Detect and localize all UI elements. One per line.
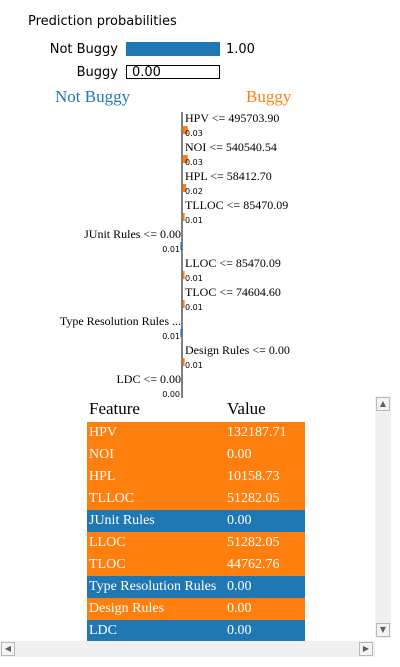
feature-condition-label: NOI <= 540540.54 xyxy=(185,140,277,154)
table-cell-value: 0.00 xyxy=(227,601,252,616)
table-cell-feature: Design Rules xyxy=(89,601,165,616)
table-cell-value: 51282.05 xyxy=(227,535,280,550)
table-cell-feature: LLOC xyxy=(89,535,126,550)
vertical-scrollbar[interactable]: ▲ ▼ xyxy=(375,396,391,638)
horizontal-scrollbar[interactable]: ◀ ▶ xyxy=(0,641,375,657)
table-row: LDC 0.00 xyxy=(87,620,305,642)
feature-weight-label: 0.01 xyxy=(185,361,203,370)
table-row: HPL 10158.73 xyxy=(87,466,305,488)
feature-table: Feature Value HPV 132187.71 NOI 0.00 HPL 1015… xyxy=(87,396,305,642)
arrow-left-icon[interactable]: ◀ xyxy=(1,642,15,656)
feature-condition-label: LLOC <= 85470.09 xyxy=(185,256,281,270)
prob-label-not-buggy: Not Buggy xyxy=(49,42,118,57)
arrow-right-icon[interactable]: ▶ xyxy=(359,642,373,656)
table-cell-feature: HPL xyxy=(89,469,116,484)
feature-condition-label: Design Rules <= 0.00 xyxy=(185,343,290,357)
feature-weight-label: 0.02 xyxy=(185,187,203,196)
table-cell-value: 0.00 xyxy=(227,513,252,528)
table-row: NOI 0.00 xyxy=(87,444,305,466)
arrow-down-icon[interactable]: ▼ xyxy=(376,623,390,637)
table-row: HPV 132187.71 xyxy=(87,422,305,444)
prob-label-buggy: Buggy xyxy=(76,65,118,80)
table-row: Design Rules 0.00 xyxy=(87,598,305,620)
feature-weight-label: 0.01 xyxy=(185,274,203,283)
feature-bar xyxy=(180,329,182,337)
prob-bar-fill-not-buggy xyxy=(126,42,220,56)
feature-weight-label: 0.01 xyxy=(162,245,180,254)
feature-weight-label: 0.03 xyxy=(185,158,203,167)
table-cell-feature: LDC xyxy=(89,623,117,638)
feature-condition-label: Type Resolution Rules ... xyxy=(60,314,181,328)
feature-bar xyxy=(180,242,182,250)
feature-condition-label: TLLOC <= 85470.09 xyxy=(185,198,288,212)
table-cell-feature: JUnit Rules xyxy=(89,513,155,528)
table-cell-value: 132187.71 xyxy=(227,425,287,440)
table-cell-feature: NOI xyxy=(89,447,114,462)
feature-weight-label: 0.01 xyxy=(185,216,203,225)
table-cell-feature: TLLOC xyxy=(89,491,135,506)
table-cell-value: 51282.05 xyxy=(227,491,280,506)
table-row: TLLOC 51282.05 xyxy=(87,488,305,510)
table-cell-value: 0.00 xyxy=(227,447,252,462)
table-cell-value: 0.00 xyxy=(227,623,252,638)
prob-value-buggy: 0.00 xyxy=(132,65,161,80)
table-row: JUnit Rules 0.00 xyxy=(87,510,305,532)
table-cell-value: 0.00 xyxy=(227,579,252,594)
feature-condition-label: JUnit Rules <= 0.00 xyxy=(84,227,181,241)
feature-table-panel[interactable]: Feature Value HPV 132187.71 NOI 0.00 HPL 1015… xyxy=(87,396,375,646)
prob-bar-not-buggy xyxy=(126,42,220,56)
prediction-title: Prediction probabilities xyxy=(28,14,177,29)
class-label-not-buggy: Not Buggy xyxy=(55,87,131,106)
table-cell-value: 10158.73 xyxy=(227,469,280,484)
prob-value-not-buggy: 1.00 xyxy=(226,42,255,57)
feature-weight-label: 0.03 xyxy=(185,129,203,138)
table-row: LLOC 51282.05 xyxy=(87,532,305,554)
prob-bar-buggy: 0.00 xyxy=(126,65,220,80)
arrow-up-icon[interactable]: ▲ xyxy=(376,397,390,411)
table-cell-feature: TLOC xyxy=(89,557,126,572)
table-cell-feature: Type Resolution Rules xyxy=(89,579,217,594)
explanation-chart: HPV <= 495703.90 0.03 NOI <= 540540.54 0.03… xyxy=(60,111,290,398)
table-row: Type Resolution Rules 0.00 xyxy=(87,576,305,598)
table-cell-value: 44762.76 xyxy=(227,557,280,572)
feature-condition-label: TLOC <= 74604.60 xyxy=(185,285,281,299)
table-cell-feature: HPV xyxy=(89,425,118,440)
feature-condition-label: LDC <= 0.00 xyxy=(116,372,181,386)
feature-weight-label: 0.01 xyxy=(185,303,203,312)
table-header-value: Value xyxy=(227,399,266,418)
table-row: TLOC 44762.76 xyxy=(87,554,305,576)
feature-condition-label: HPV <= 495703.90 xyxy=(185,111,279,125)
feature-weight-label: 0.01 xyxy=(162,332,180,341)
feature-condition-label: HPL <= 58412.70 xyxy=(185,169,272,183)
class-label-buggy: Buggy xyxy=(246,87,292,106)
table-header-feature: Feature xyxy=(89,399,140,418)
